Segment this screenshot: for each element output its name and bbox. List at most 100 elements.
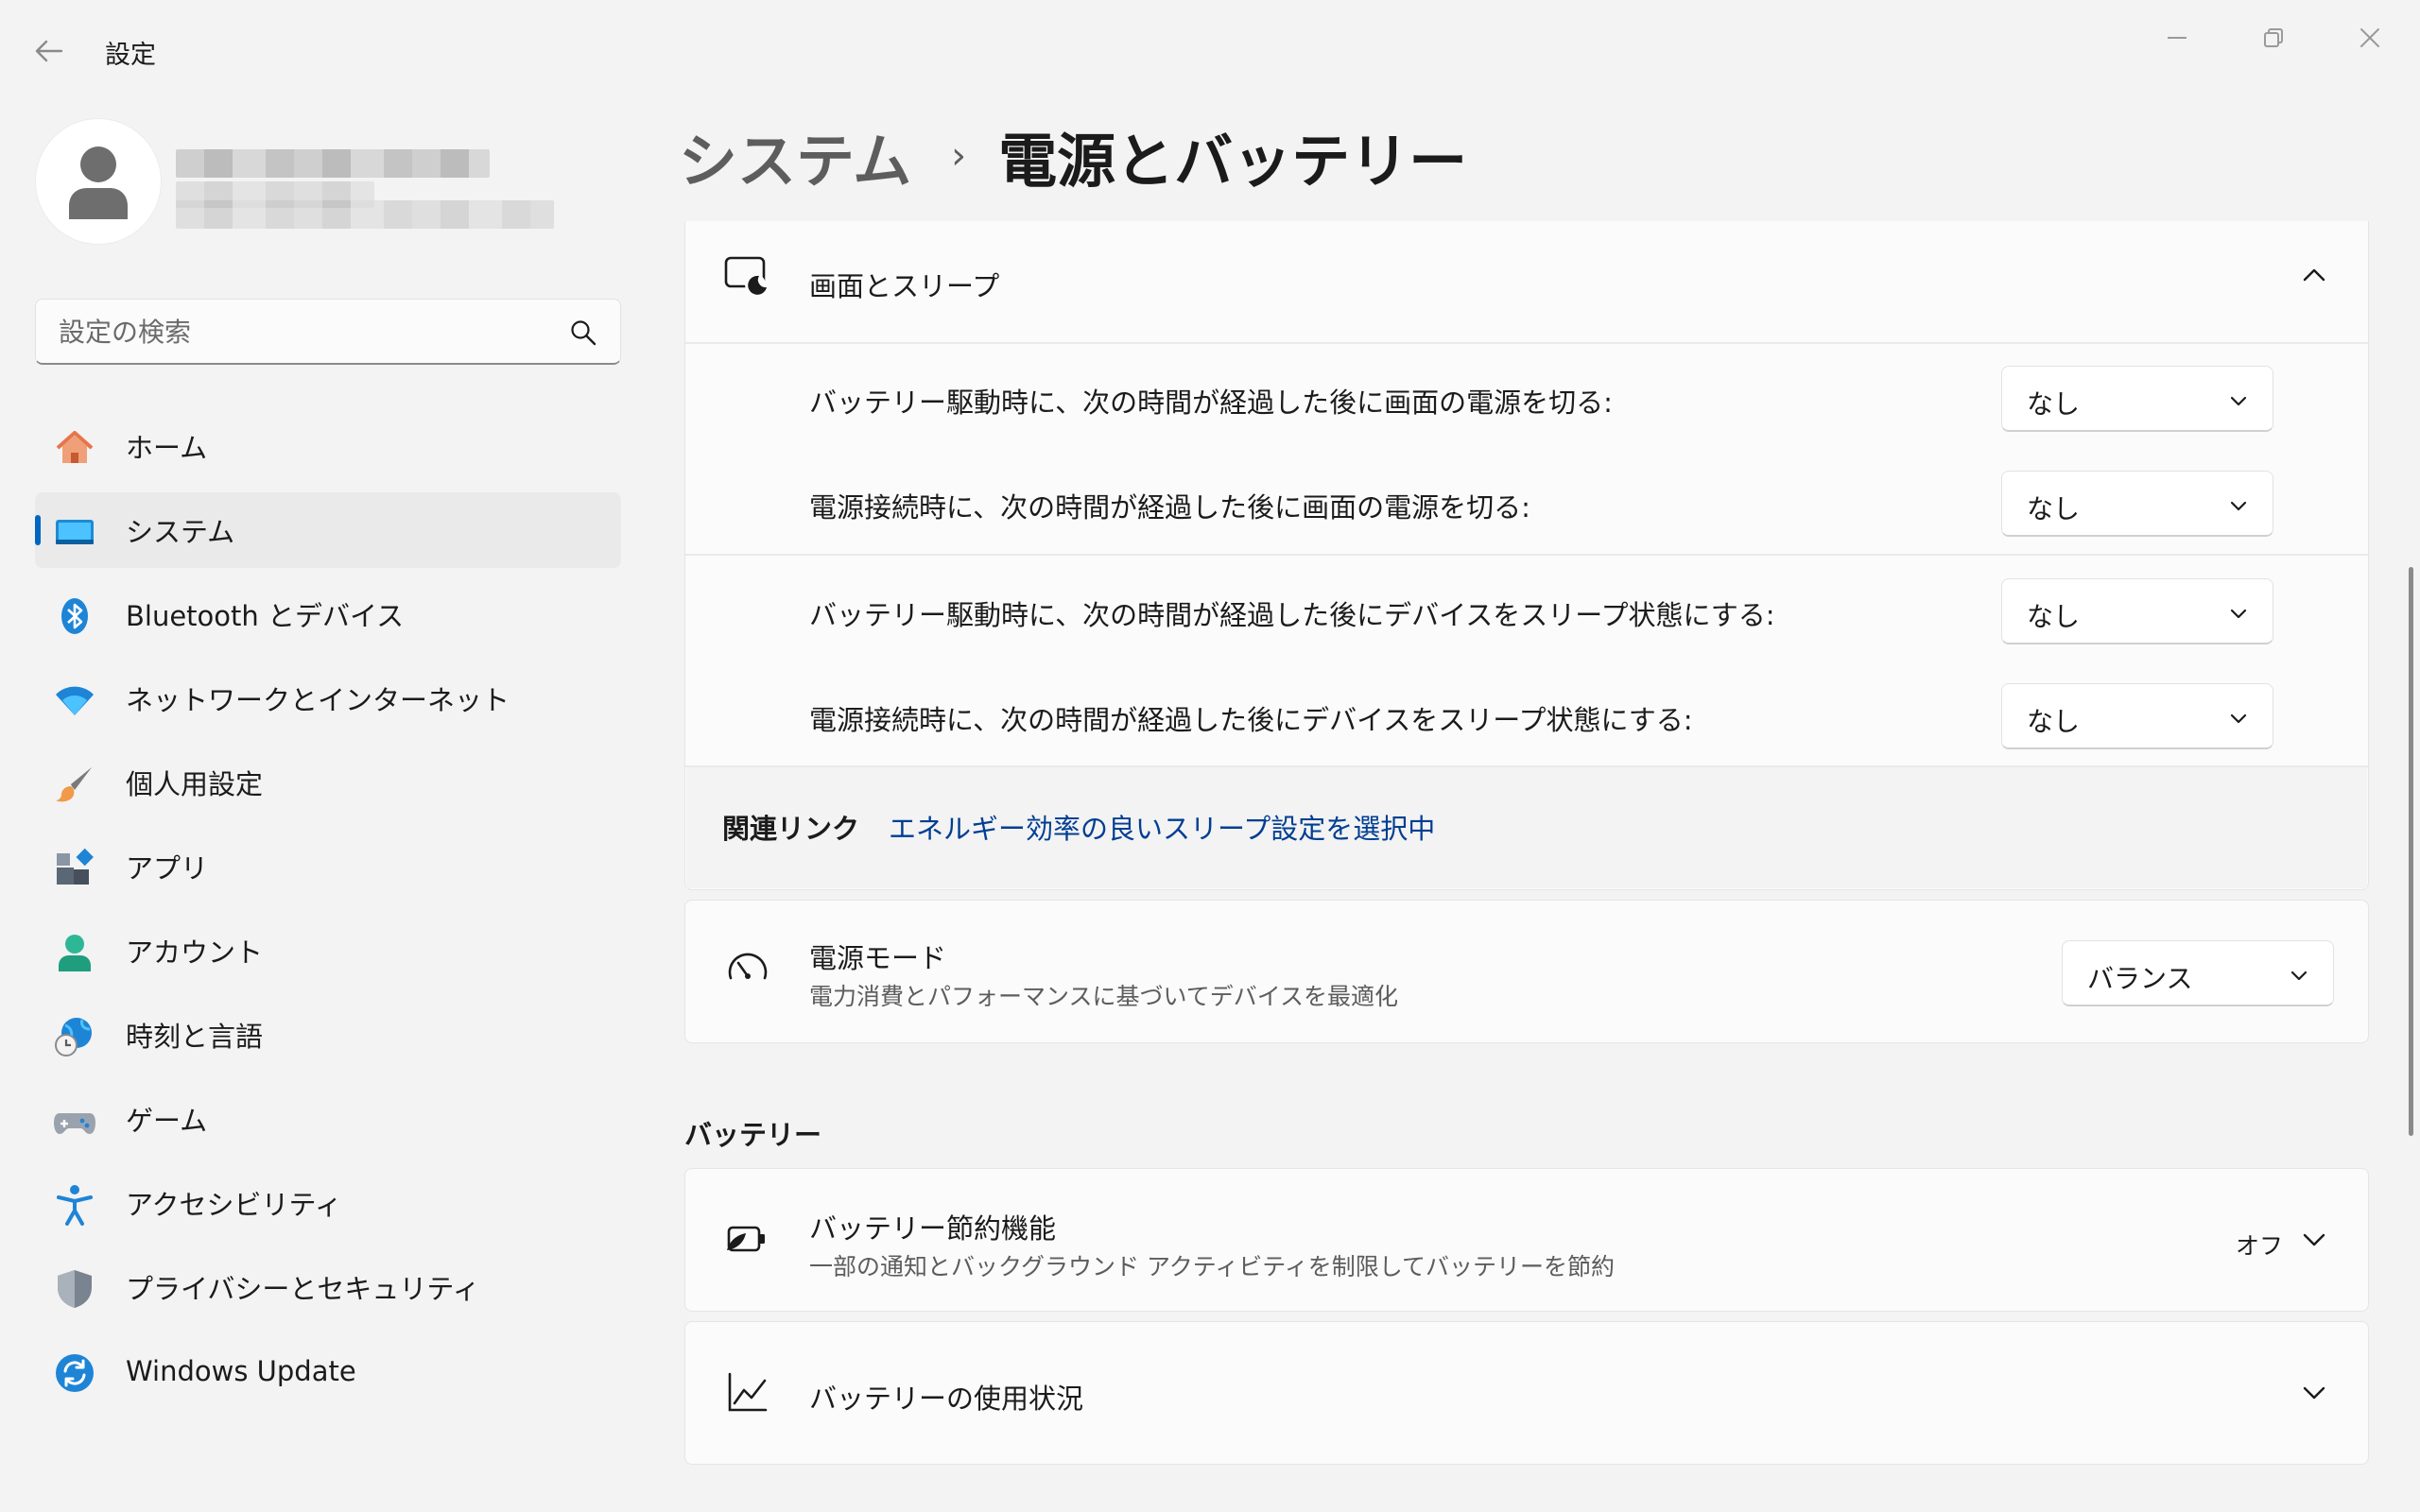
divider [685, 342, 2368, 344]
globe-clock-icon [54, 1016, 95, 1057]
battery-saver-card[interactable]: バッテリー節約機能 一部の通知とバックグラウンド アクティビティを制限してバッテ… [684, 1168, 2369, 1312]
sidebar-nav: ホーム システム Bluetooth とデバイス ネットワークとインターネット … [35, 408, 621, 1418]
bluetooth-icon [54, 595, 95, 637]
sleep-plugged-label: 電源接続時に、次の時間が経過した後にデバイスをスリープ状態にする: [809, 704, 1693, 736]
sidebar-item-label: Bluetooth とデバイス [126, 600, 405, 632]
energy-sleep-link[interactable]: エネルギー効率の良いスリープ設定を選択中 [889, 807, 1435, 847]
sidebar-item-label: ホーム [126, 432, 208, 464]
dropdown-value: なし [2027, 493, 2081, 524]
minimize-button[interactable] [2135, 9, 2220, 66]
avatar [36, 119, 161, 244]
battery-section-title: バッテリー [684, 1119, 822, 1151]
restore-icon [2264, 28, 2283, 47]
sleep-plugged-dropdown[interactable]: なし [2001, 683, 2273, 749]
sidebar-item-windows-update[interactable]: Windows Update [35, 1333, 621, 1409]
battery-saver-subtitle: 一部の通知とバックグラウンド アクティビティを制限してバッテリーを節約 [809, 1253, 1615, 1280]
dropdown-value: なし [2027, 601, 2081, 632]
sidebar-item-label: アプリ [126, 852, 209, 885]
sidebar-item-label: アクセシビリティ [126, 1189, 342, 1221]
update-icon [54, 1352, 95, 1394]
battery-usage-card[interactable]: バッテリーの使用状況 [684, 1321, 2369, 1465]
wifi-icon [54, 679, 95, 721]
sidebar-item-label: ネットワークとインターネット [126, 684, 510, 716]
gamepad-icon [54, 1100, 95, 1142]
minimize-icon [2168, 37, 2187, 39]
chevron-up-icon[interactable] [2300, 261, 2328, 289]
search-icon[interactable] [569, 318, 597, 347]
user-email-redacted-2 [176, 200, 554, 229]
scrollbar[interactable] [2409, 567, 2413, 1136]
sidebar-item-accessibility[interactable]: アクセシビリティ [35, 1165, 621, 1241]
shield-icon [54, 1268, 95, 1310]
restore-button[interactable] [2231, 9, 2316, 66]
sidebar-item-label: 時刻と言語 [126, 1021, 264, 1053]
sleep-battery-label: バッテリー駆動時に、次の時間が経過した後にデバイスをスリープ状態にする: [809, 599, 1775, 631]
power-mode-card: 電源モード 電力消費とパフォーマンスに基づいてデバイスを最適化 バランス [684, 900, 2369, 1043]
sidebar-item-time-language[interactable]: 時刻と言語 [35, 997, 621, 1073]
sidebar-item-home[interactable]: ホーム [35, 408, 621, 484]
title-bar: 設定 [0, 0, 2420, 94]
screen-sleep-icon [724, 256, 767, 295]
search-input[interactable] [59, 309, 550, 354]
power-mode-subtitle: 電力消費とパフォーマンスに基づいてデバイスを最適化 [809, 983, 1399, 1010]
close-button[interactable] [2327, 9, 2412, 66]
dropdown-value: なし [2027, 706, 2081, 737]
brush-icon [54, 764, 95, 805]
chevron-down-icon [2230, 501, 2247, 511]
breadcrumb: システム › 電源とバッテリー [679, 115, 1467, 197]
settings-search[interactable] [35, 299, 621, 365]
app-title: 設定 [105, 41, 156, 70]
sidebar-item-apps[interactable]: アプリ [35, 829, 621, 904]
sidebar-item-label: プライバシーとセキュリティ [126, 1273, 480, 1305]
breadcrumb-parent[interactable]: システム [679, 113, 911, 198]
accessibility-icon [54, 1184, 95, 1226]
divider [685, 554, 2368, 556]
chevron-down-icon[interactable] [2300, 1226, 2328, 1254]
power-mode-title: 電源モード [809, 942, 947, 974]
sidebar-item-label: 個人用設定 [126, 768, 264, 800]
user-profile[interactable] [36, 119, 622, 251]
chart-line-icon [728, 1372, 768, 1412]
chevron-down-icon [2290, 971, 2308, 981]
screen-off-plugged-dropdown[interactable]: なし [2001, 471, 2273, 537]
dropdown-value: バランス [2087, 963, 2193, 994]
close-icon [2360, 28, 2379, 47]
sidebar-item-gaming[interactable]: ゲーム [35, 1081, 621, 1157]
dropdown-value: なし [2027, 388, 2081, 420]
sidebar-item-label: システム [126, 516, 235, 548]
chevron-down-icon [2230, 396, 2247, 406]
page-title: 電源とバッテリー [998, 127, 1468, 196]
sidebar-item-system[interactable]: システム [35, 492, 621, 568]
sleep-battery-dropdown[interactable]: なし [2001, 578, 2273, 644]
breadcrumb-separator-icon: › [951, 134, 967, 178]
sidebar-item-personalization[interactable]: 個人用設定 [35, 745, 621, 820]
battery-saver-title: バッテリー節約機能 [809, 1212, 1057, 1245]
sidebar-item-label: Windows Update [126, 1355, 356, 1387]
sidebar-item-accounts[interactable]: アカウント [35, 913, 621, 988]
screen-off-battery-dropdown[interactable]: なし [2001, 366, 2273, 432]
power-mode-dropdown[interactable]: バランス [2062, 940, 2334, 1006]
user-icon [69, 146, 128, 219]
screen-off-plugged-label: 電源接続時に、次の時間が経過した後に画面の電源を切る: [809, 491, 1530, 524]
user-name-redacted [176, 149, 490, 178]
sidebar-item-network[interactable]: ネットワークとインターネット [35, 661, 621, 736]
sidebar-item-label: アカウント [126, 936, 264, 969]
home-icon [54, 427, 95, 469]
screen-sleep-title: 画面とスリープ [809, 270, 1000, 302]
account-icon [54, 932, 95, 973]
screen-off-battery-label: バッテリー駆動時に、次の時間が経過した後に画面の電源を切る: [809, 387, 1613, 419]
chevron-down-icon [2230, 609, 2247, 619]
back-arrow-icon [35, 40, 63, 62]
battery-saver-status: オフ [2236, 1232, 2284, 1260]
system-icon [54, 511, 95, 553]
chevron-down-icon [2230, 713, 2247, 724]
sidebar-item-bluetooth[interactable]: Bluetooth とデバイス [35, 576, 621, 652]
chevron-down-icon[interactable] [2300, 1379, 2328, 1407]
screen-sleep-header[interactable]: 画面とスリープ [685, 221, 2368, 342]
sidebar-item-privacy[interactable]: プライバシーとセキュリティ [35, 1249, 621, 1325]
related-links-title: 関連リンク [722, 813, 860, 845]
apps-icon [54, 848, 95, 889]
power-mode-gauge-icon [728, 953, 768, 980]
back-button[interactable] [26, 28, 72, 74]
battery-usage-title: バッテリーの使用状況 [809, 1383, 1084, 1415]
